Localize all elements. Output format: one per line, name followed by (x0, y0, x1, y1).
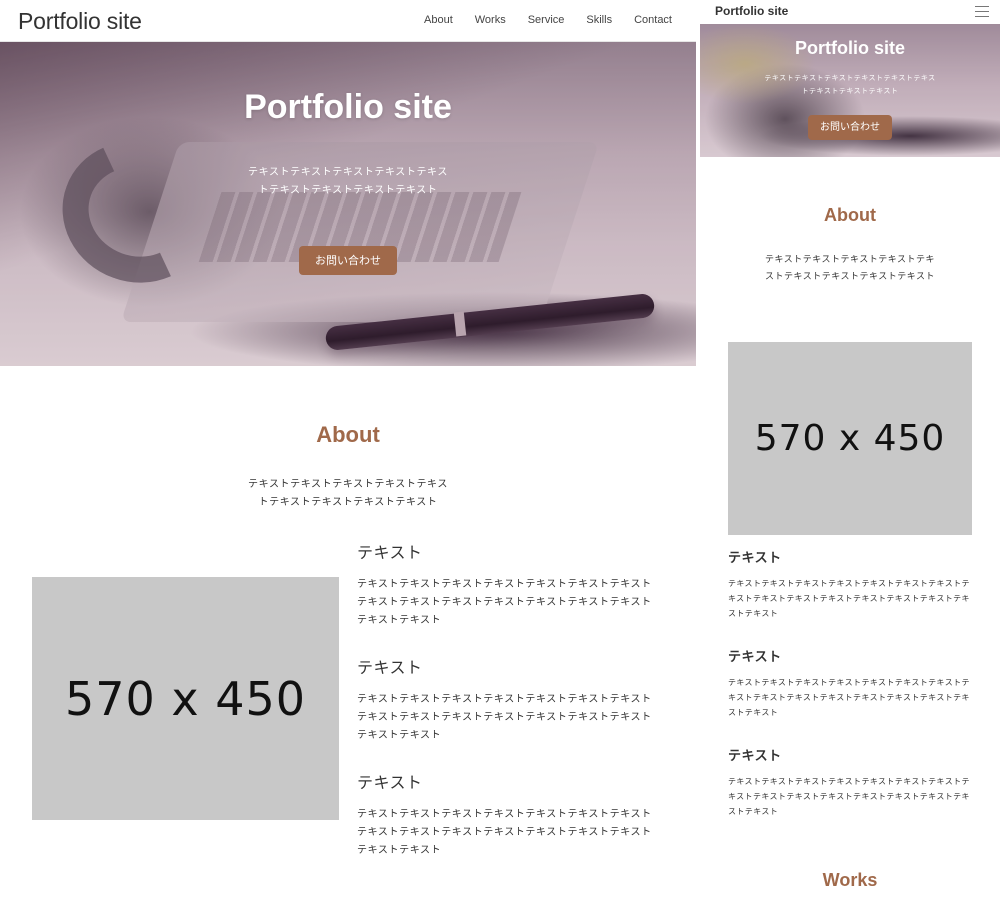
hero-title: Portfolio site (244, 88, 452, 126)
site-header: Portfolio site About Works Service Skill… (0, 0, 696, 42)
about-item: テキスト テキストテキストテキストテキストテキストテキストテキストテキストテキス… (357, 654, 661, 745)
nav-link-works[interactable]: Works (475, 14, 506, 26)
mobile-about-item-text: テキストテキストテキストテキストテキストテキストテキストテキストテキストテキスト… (728, 777, 970, 816)
about-text: テキストテキストテキストテキストテキストテキストテキストテキストテキスト (248, 479, 448, 508)
hamburger-icon[interactable] (975, 6, 989, 17)
nav-link-about[interactable]: About (424, 14, 453, 26)
mobile-about-title: About (824, 205, 876, 225)
mobile-about-item: テキスト テキストテキストテキストテキストテキストテキストテキストテキストテキス… (728, 745, 972, 819)
mobile-about-text: テキストテキストテキストテキストテキストテキストテキストテキストテキスト (765, 255, 935, 282)
mobile-site-logo[interactable]: Portfolio site (715, 4, 788, 18)
about-item-text: テキストテキストテキストテキストテキストテキストテキストテキストテキストテキスト… (357, 694, 652, 741)
about-item: テキスト テキストテキストテキストテキストテキストテキストテキストテキストテキス… (357, 539, 661, 630)
mobile-about-item-heading: テキスト (728, 551, 782, 566)
nav-link-service[interactable]: Service (528, 14, 565, 26)
about-item-heading: テキスト (357, 543, 423, 562)
contact-button[interactable]: お問い合わせ (299, 246, 397, 275)
image-size-label: 570 x 450 (64, 671, 307, 726)
about-title: About (316, 422, 380, 447)
hamburger-line (975, 11, 989, 12)
mobile-works-title: Works (822, 870, 878, 890)
mobile-image-size-label: 570 x 450 (754, 418, 946, 459)
mobile-hero-text: テキストテキストテキストテキストテキストテキストテキストテキストテキスト (764, 74, 936, 95)
mobile-contact-button[interactable]: お問い合わせ (808, 115, 892, 140)
about-item-heading: テキスト (357, 773, 423, 792)
main-nav: About Works Service Skills Contact (402, 14, 672, 26)
hero-text: テキストテキストテキストテキストテキストテキストテキストテキストテキスト (248, 167, 448, 196)
mobile-about-item-heading: テキスト (728, 650, 782, 665)
mobile-about-item-heading: テキスト (728, 749, 782, 764)
desktop-view: Portfolio site About Works Service Skill… (0, 0, 696, 913)
nav-link-skills[interactable]: Skills (586, 14, 612, 26)
hamburger-line (975, 6, 989, 7)
about-item-heading: テキスト (357, 658, 423, 677)
mobile-about-item: テキスト テキストテキストテキストテキストテキストテキストテキストテキストテキス… (728, 646, 972, 720)
hero-section: Portfolio site テキストテキストテキストテキストテキストテキストテ… (0, 42, 696, 366)
hamburger-line (975, 16, 989, 17)
mobile-view: Portfolio site Portfolio site テキストテキストテキ… (700, 0, 1000, 913)
mobile-hero-section: Portfolio site テキストテキストテキストテキストテキストテキストテ… (700, 24, 1000, 157)
about-item-text: テキストテキストテキストテキストテキストテキストテキストテキストテキストテキスト… (357, 579, 652, 626)
mobile-header: Portfolio site (700, 0, 1000, 24)
mobile-hero-title: Portfolio site (794, 38, 905, 58)
site-logo[interactable]: Portfolio site (18, 8, 142, 35)
about-image-placeholder: 570 x 450 (32, 577, 339, 820)
mobile-about-item: テキスト テキストテキストテキストテキストテキストテキストテキストテキストテキス… (728, 547, 972, 621)
mobile-about-item-text: テキストテキストテキストテキストテキストテキストテキストテキストテキストテキスト… (728, 579, 970, 618)
about-item-text: テキストテキストテキストテキストテキストテキストテキストテキストテキストテキスト… (357, 809, 652, 856)
mobile-about-item-text: テキストテキストテキストテキストテキストテキストテキストテキストテキストテキスト… (728, 678, 970, 717)
mobile-about-image-placeholder: 570 x 450 (728, 342, 972, 535)
about-item: テキスト テキストテキストテキストテキストテキストテキストテキストテキストテキス… (357, 769, 661, 860)
nav-link-contact[interactable]: Contact (634, 14, 672, 26)
